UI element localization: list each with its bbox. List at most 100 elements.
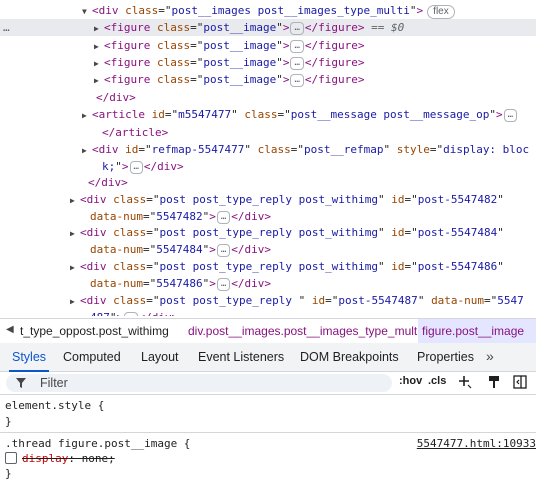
attribute-value: 487: [90, 311, 110, 316]
expand-triangle-icon[interactable]: ▶: [70, 259, 80, 276]
breadcrumb-item-images-div[interactable]: div.post__images.post__images_type_multi: [184, 319, 424, 343]
tab-computed[interactable]: Computed: [63, 343, 121, 371]
attribute-name: class: [244, 108, 278, 121]
punctuation: =": [190, 39, 204, 52]
dom-node-line[interactable]: ▼ <div class="post__images post__images_t…: [0, 2, 536, 19]
toggle-sidebar-icon[interactable]: [513, 375, 527, 389]
property-declaration[interactable]: display: none;: [22, 451, 115, 467]
attribute-value: post-5547482: [417, 193, 498, 206]
dom-node-line[interactable]: ▶ <div class="post post_type_reply post_w…: [0, 258, 536, 275]
expand-triangle-icon[interactable]: ▶: [82, 142, 92, 159]
dom-node-line[interactable]: ▶ <div id="refmap-5547477" class="post__r…: [0, 141, 536, 158]
collapsed-content-ellipsis[interactable]: …: [129, 161, 143, 174]
dom-node-line[interactable]: data-num="5547484">… </div>: [0, 241, 536, 258]
dom-node-line[interactable]: data-num="5547482">… </div>: [0, 208, 536, 225]
collapsed-content-ellipsis[interactable]: …: [290, 74, 304, 87]
styles-pane-tabs: Styles Computed Layout Event Listeners D…: [0, 343, 536, 372]
tag-text: >: [496, 108, 503, 121]
element-style-close: }: [5, 415, 12, 428]
expand-triangle-icon[interactable]: ▶: [82, 107, 92, 124]
dom-node-line[interactable]: ▶ <div class="post post_type_reply " id="…: [0, 292, 536, 309]
tag-text: </div>: [88, 176, 128, 189]
tab-properties[interactable]: Properties: [417, 343, 474, 371]
tag-text: </div>: [231, 210, 272, 223]
expand-triangle-icon[interactable]: ▶: [94, 20, 104, 37]
punctuation: ": [383, 143, 397, 156]
hov-toggle[interactable]: :hov: [399, 375, 422, 387]
collapsed-content-ellipsis[interactable]: …: [216, 211, 231, 224]
punctuation: =": [190, 21, 204, 34]
punctuation: =": [146, 226, 160, 239]
tag-text: </figure>: [304, 21, 365, 34]
collapsed-content-ellipsis[interactable]: …: [216, 278, 231, 291]
punctuation: =": [146, 294, 160, 307]
dom-node-line[interactable]: ▶ <figure class="post__image">… </figure>: [0, 54, 536, 71]
tag-text: <figure: [104, 56, 157, 69]
tab-layout[interactable]: Layout: [141, 343, 179, 371]
tag-text: >: [282, 39, 290, 52]
breadcrumb-item-figure[interactable]: figure.post__image: [418, 319, 536, 343]
expand-triangle-icon[interactable]: ▶: [94, 38, 104, 55]
expand-triangle-icon[interactable]: ▶: [70, 192, 80, 209]
dom-node-line[interactable]: </article>: [0, 124, 536, 141]
dom-node-line[interactable]: … ▶ <figure class="post__image">… </figure>…: [0, 19, 536, 36]
attribute-value: post post_type_reply post_withimg: [159, 260, 379, 273]
breadcrumb: ◀ t_type_oppost.post_withimg div.post__i…: [0, 318, 536, 344]
breadcrumb-item-parent-div[interactable]: t_type_oppost.post_withimg: [16, 319, 173, 343]
dom-node-line[interactable]: ▶ <div class="post post_type_reply post_w…: [0, 224, 536, 241]
dom-node-line[interactable]: 487">…</div>: [0, 309, 536, 316]
tab-dom-breakpoints[interactable]: DOM Breakpoints: [300, 343, 399, 371]
cls-toggle[interactable]: .cls: [428, 375, 446, 387]
property-name: display: [22, 452, 69, 465]
punctuation: ": [276, 73, 283, 86]
node-actions-icon[interactable]: …: [3, 19, 11, 36]
element-style-selector[interactable]: element.style {: [5, 398, 104, 414]
dom-node-line[interactable]: ▶ <article id="m5547477" class="post__mes…: [0, 106, 536, 123]
property-value: none;: [81, 452, 115, 465]
more-tabs-icon[interactable]: »: [486, 348, 494, 364]
tab-styles[interactable]: Styles: [8, 343, 50, 372]
breadcrumb-scroll-left-icon[interactable]: ◀: [6, 324, 14, 335]
expand-triangle-icon[interactable]: ▶: [70, 225, 80, 242]
attribute-name: class: [156, 21, 191, 34]
punctuation: ": [110, 311, 117, 316]
punctuation: ": [276, 39, 283, 52]
tab-event-listeners[interactable]: Event Listeners: [198, 343, 284, 371]
dom-node-line[interactable]: ▶ <figure class="post__image">… </figure>: [0, 37, 536, 54]
attribute-value: 5547484: [156, 243, 203, 256]
dom-node-line[interactable]: ▶ <figure class="post__image">… </figure>: [0, 71, 536, 88]
expand-triangle-icon[interactable]: ▶: [70, 293, 80, 310]
filter-input[interactable]: Filter: [6, 374, 392, 392]
dom-node-line[interactable]: </div>: [0, 89, 536, 106]
punctuation: ": [497, 226, 504, 239]
dom-node-line[interactable]: data-num="5547486">… </div>: [0, 275, 536, 292]
dom-node-line[interactable]: </div>: [0, 174, 536, 191]
collapsed-content-ellipsis[interactable]: …: [124, 312, 138, 316]
flex-badge[interactable]: flex: [427, 5, 455, 19]
dom-node-line[interactable]: k;">… </div>: [0, 158, 536, 175]
expand-triangle-icon[interactable]: ▶: [94, 55, 104, 72]
attribute-value: display: bloc: [443, 143, 530, 156]
punctuation: =": [142, 277, 157, 290]
paint-brush-icon[interactable]: [487, 375, 501, 389]
expand-triangle-icon[interactable]: ▶: [94, 72, 104, 89]
new-style-rule-icon[interactable]: [458, 375, 472, 389]
tag-text: <div: [92, 143, 126, 156]
collapsed-content-ellipsis[interactable]: …: [503, 109, 518, 122]
collapsed-content-ellipsis[interactable]: …: [290, 22, 304, 35]
punctuation: =": [190, 56, 204, 69]
tag-text: <div: [92, 4, 126, 17]
collapsed-content-ellipsis[interactable]: …: [290, 40, 304, 53]
rule-divider: [0, 432, 536, 433]
rule-selector[interactable]: .thread figure.post__image {: [5, 436, 190, 452]
dom-node-line[interactable]: ▶ <div class="post post_type_reply post_w…: [0, 191, 536, 208]
collapsed-content-ellipsis[interactable]: …: [216, 244, 231, 257]
dom-tree: ▼ <div class="post__images post__images_t…: [0, 0, 536, 316]
tag-text: <div: [80, 193, 114, 206]
collapse-triangle-icon[interactable]: ▼: [82, 3, 92, 20]
rule-source-link[interactable]: 5547477.html:10933: [417, 436, 536, 452]
property-checkbox[interactable]: [5, 452, 17, 464]
tag-text: </article>: [102, 126, 169, 139]
collapsed-content-ellipsis[interactable]: …: [290, 57, 304, 70]
tag-text: <figure: [104, 39, 157, 52]
